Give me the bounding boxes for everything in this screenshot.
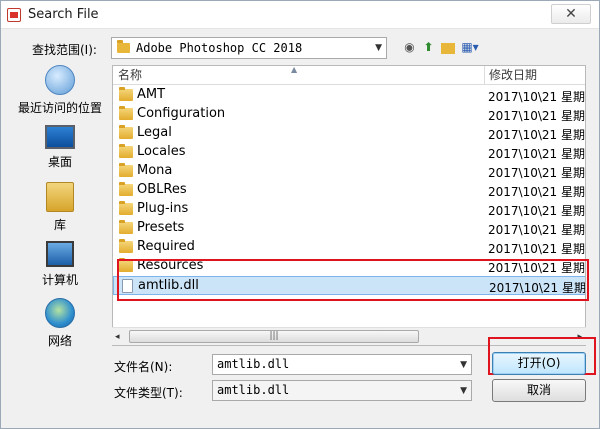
place-network[interactable]: 网络 <box>14 298 106 349</box>
item-date: 2017\10\21 星期六 <box>488 109 585 123</box>
network-icon <box>45 298 75 328</box>
chevron-down-icon: ▼ <box>375 43 382 53</box>
list-item[interactable]: OBLRes 2017\10\21 星期六 <box>113 181 585 200</box>
new-folder-button[interactable] <box>439 38 456 55</box>
column-header: 名称 ▲ 修改日期 <box>113 65 585 85</box>
folder-icon <box>119 106 133 120</box>
chevron-down-icon: ▼ <box>460 360 467 370</box>
horizontal-scrollbar[interactable]: ◂ ||| ▸ <box>112 327 586 345</box>
scroll-right-icon[interactable]: ▸ <box>577 332 582 342</box>
place-recent[interactable]: 最近访问的位置 <box>14 65 106 116</box>
column-header-name[interactable]: 名称 <box>113 66 483 85</box>
file-rows: AMT 2017\10\21 星期六 Configuration 2017\10\2… <box>113 86 586 295</box>
window-title: Search File <box>28 7 99 22</box>
list-item[interactable]: Required 2017\10\21 星期六 <box>113 238 585 257</box>
item-name: Presets <box>137 220 185 235</box>
folder-icon <box>119 201 133 215</box>
folder-icon <box>119 220 133 234</box>
file-icon <box>122 279 133 293</box>
item-name: Locales <box>137 144 186 159</box>
list-item-selected[interactable]: amtlib.dll 2017\10\21 星期六 <box>113 276 586 295</box>
place-label: 桌面 <box>47 155 72 169</box>
item-name: amtlib.dll <box>138 278 199 293</box>
item-date: 2017\10\21 星期六 <box>488 90 585 104</box>
recent-places-icon <box>45 65 75 95</box>
sort-ascending-icon: ▲ <box>291 65 298 74</box>
item-name: Plug-ins <box>137 201 189 216</box>
list-item[interactable]: Legal 2017\10\21 星期六 <box>113 124 585 143</box>
libraries-icon <box>46 182 74 212</box>
column-header-date[interactable]: 修改日期 <box>484 66 585 85</box>
place-computer[interactable]: 计算机 <box>14 241 106 288</box>
folder-icon <box>119 163 133 177</box>
list-item[interactable]: Configuration 2017\10\21 星期六 <box>113 105 585 124</box>
cancel-button[interactable]: 取消 <box>492 379 586 402</box>
item-name: Legal <box>137 125 172 140</box>
item-date: 2017\10\21 星期六 <box>488 147 585 161</box>
item-name: Mona <box>137 163 173 178</box>
folder-icon <box>119 258 133 272</box>
desktop-icon <box>45 125 75 149</box>
list-item[interactable]: Presets 2017\10\21 星期六 <box>113 219 585 238</box>
item-date: 2017\10\21 星期六 <box>488 261 585 275</box>
file-name-label: 文件名(N): <box>114 360 173 374</box>
folder-icon <box>119 144 133 158</box>
places-bar: 最近访问的位置 桌面 库 计算机 网络 <box>14 65 106 355</box>
folder-icon <box>119 87 133 101</box>
place-desktop[interactable]: 桌面 <box>14 125 106 170</box>
place-label: 网络 <box>47 334 72 348</box>
folder-icon <box>119 182 133 196</box>
item-date: 2017\10\21 星期六 <box>489 281 586 295</box>
place-label: 计算机 <box>41 273 78 287</box>
item-name: OBLRes <box>137 182 187 197</box>
back-icon[interactable]: ◉ <box>401 38 418 55</box>
file-type-label: 文件类型(T): <box>114 386 183 400</box>
list-item[interactable]: Plug-ins 2017\10\21 星期六 <box>113 200 585 219</box>
item-date: 2017\10\21 星期六 <box>488 242 585 256</box>
app-icon <box>7 8 21 22</box>
file-type-value: amtlib.dll <box>217 383 290 397</box>
dialog-toolbar: ◉ ⬆ ▦▾ <box>401 38 482 58</box>
place-libraries[interactable]: 库 <box>14 182 106 233</box>
file-name-value: amtlib.dll <box>217 357 290 371</box>
computer-icon <box>46 241 74 267</box>
item-date: 2017\10\21 星期六 <box>488 185 585 199</box>
folder-icon <box>119 239 133 253</box>
folder-icon <box>117 40 130 53</box>
look-in-label: 查找范围(I): <box>32 43 97 57</box>
place-label: 库 <box>53 218 66 232</box>
list-item[interactable]: AMT 2017\10\21 星期六 <box>113 86 585 105</box>
file-name-field[interactable]: amtlib.dll ▼ <box>212 354 472 375</box>
list-item[interactable]: Mona 2017\10\21 星期六 <box>113 162 585 181</box>
open-button[interactable]: 打开(O) <box>492 352 586 375</box>
item-date: 2017\10\21 星期六 <box>488 223 585 237</box>
place-label: 最近访问的位置 <box>17 101 102 115</box>
new-folder-icon <box>440 42 455 54</box>
item-name: Configuration <box>137 106 226 121</box>
scrollbar-thumb[interactable]: ||| <box>129 330 419 343</box>
views-menu-icon[interactable]: ▦▾ <box>458 38 482 55</box>
list-item[interactable]: Resources 2017\10\21 星期六 <box>113 257 585 276</box>
scroll-left-icon[interactable]: ◂ <box>115 332 120 342</box>
item-date: 2017\10\21 星期六 <box>488 128 585 142</box>
item-date: 2017\10\21 星期六 <box>488 166 585 180</box>
folder-icon <box>119 125 133 139</box>
look-in-dropdown[interactable]: Adobe Photoshop CC 2018 ▼ <box>111 37 387 59</box>
item-name: Required <box>137 239 195 254</box>
up-folder-icon[interactable]: ⬆ <box>420 38 437 55</box>
file-list[interactable]: 名称 ▲ 修改日期 AMT 2017\10\21 星期六 Configuratio… <box>112 65 586 346</box>
chevron-down-icon: ▼ <box>460 386 467 396</box>
search-file-dialog: Search File ✕ 查找范围(I): Adobe Photoshop C… <box>0 0 600 429</box>
file-type-dropdown[interactable]: amtlib.dll ▼ <box>212 380 472 401</box>
item-name: AMT <box>137 87 166 102</box>
item-date: 2017\10\21 星期六 <box>488 204 585 218</box>
item-name: Resources <box>137 258 204 273</box>
close-button[interactable]: ✕ <box>551 4 591 24</box>
list-item[interactable]: Locales 2017\10\21 星期六 <box>113 143 585 162</box>
look-in-value: Adobe Photoshop CC 2018 <box>136 41 303 55</box>
title-bar: Search File ✕ <box>1 1 599 29</box>
